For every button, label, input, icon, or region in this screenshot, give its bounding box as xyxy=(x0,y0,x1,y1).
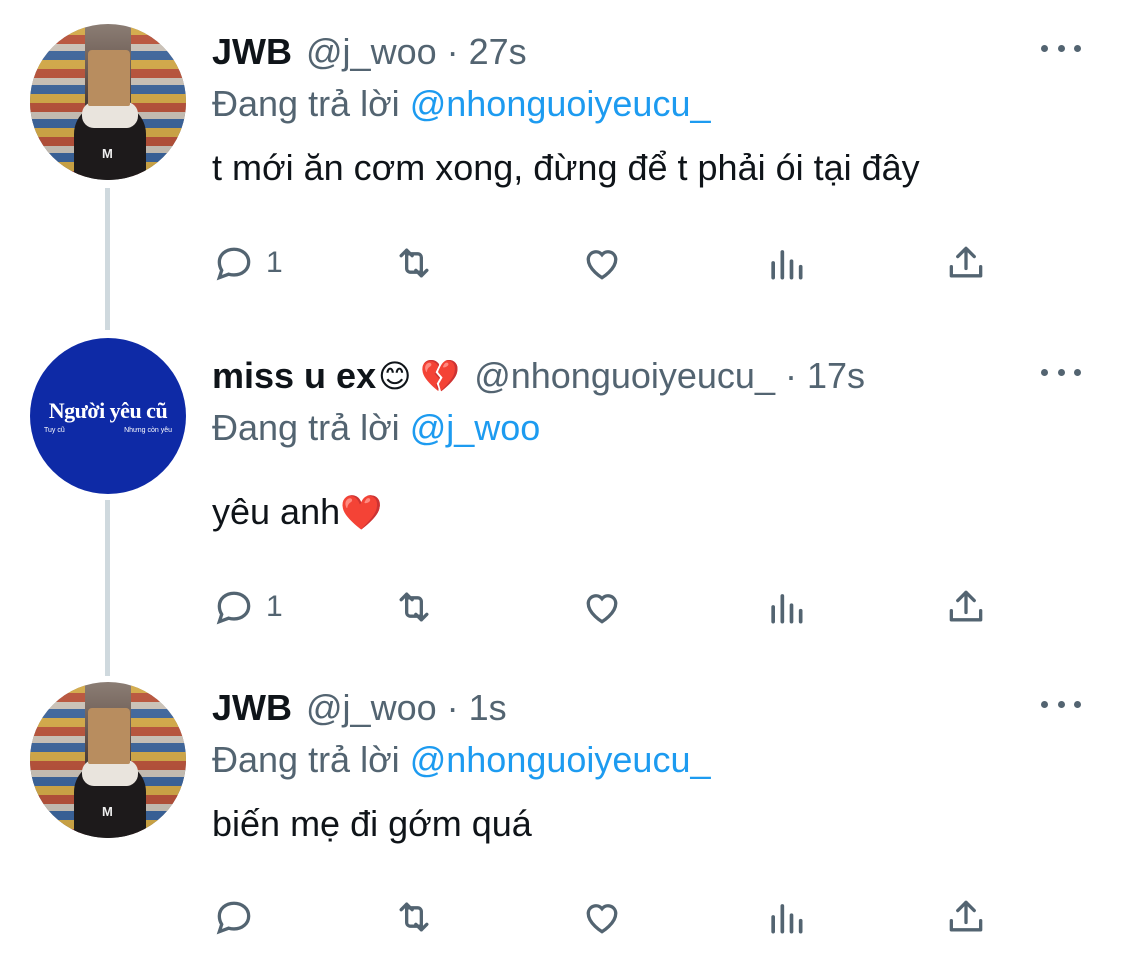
replying-to-label: Đang trả lời xyxy=(212,407,400,448)
share-icon xyxy=(949,246,983,278)
tweet[interactable]: M JWB @j_woo · 27s Đang trả lời @nhonguo… xyxy=(0,0,1125,330)
separator-dot: · xyxy=(784,355,797,396)
action-bar xyxy=(212,892,1002,942)
tweet-text-body: yêu anh xyxy=(212,491,341,532)
replying-to: Đang trả lời @nhonguoiyeucu_ xyxy=(212,738,1085,782)
display-name[interactable]: JWB xyxy=(212,686,292,730)
like-button[interactable] xyxy=(580,238,624,288)
analytics-icon xyxy=(771,594,803,624)
mention-link[interactable]: @j_woo xyxy=(410,407,541,448)
heart-icon xyxy=(586,250,618,280)
replying-to-label: Đang trả lời xyxy=(212,83,400,124)
like-button[interactable] xyxy=(580,582,624,632)
reply-count: 1 xyxy=(266,590,283,623)
analytics-button[interactable] xyxy=(764,582,808,632)
more-options-icon[interactable] xyxy=(1041,362,1081,382)
heart-icon xyxy=(586,594,618,624)
tweet[interactable]: M JWB @j_woo · 1s Đang trả lời @nhonguoi… xyxy=(0,670,1125,961)
timestamp[interactable]: 27s xyxy=(469,30,527,74)
timestamp[interactable]: 1s xyxy=(469,686,507,730)
avatar[interactable]: M xyxy=(30,682,186,838)
reply-icon xyxy=(216,901,251,935)
separator-dot: · xyxy=(446,687,459,728)
reply-icon xyxy=(216,591,251,625)
tweet-text: yêu anh❤️ xyxy=(212,490,1085,535)
share-button[interactable] xyxy=(944,582,988,632)
retweet-button[interactable] xyxy=(392,238,436,288)
tweet-text: t mới ăn cơm xong, đừng để t phải ói tại… xyxy=(212,147,920,188)
analytics-icon xyxy=(771,250,803,280)
action-bar: 1 xyxy=(212,582,1002,632)
like-button[interactable] xyxy=(580,892,624,942)
avatar[interactable]: M xyxy=(30,24,186,180)
avatar[interactable]: Người yêu cũ Tuy cũ Nhưng còn yêu xyxy=(30,338,186,494)
tweet[interactable]: Người yêu cũ Tuy cũ Nhưng còn yêu miss u… xyxy=(0,330,1125,670)
analytics-button[interactable] xyxy=(764,892,808,942)
reply-button[interactable]: 1 xyxy=(212,582,283,632)
avatar-logo-text: Người yêu cũ xyxy=(48,398,168,423)
more-options-icon[interactable] xyxy=(1041,694,1081,714)
share-button[interactable] xyxy=(944,892,988,942)
reply-button[interactable] xyxy=(212,892,266,942)
name-emoji: 😊 💔 xyxy=(378,358,461,394)
action-bar: 1 xyxy=(212,238,1002,288)
reply-count: 1 xyxy=(266,246,283,279)
mention-link[interactable]: @nhonguoiyeucu_ xyxy=(410,83,711,124)
user-handle[interactable]: @j_woo xyxy=(306,686,437,730)
more-options-icon[interactable] xyxy=(1041,38,1081,58)
tweet-header: JWB @j_woo · 1s xyxy=(212,686,1085,730)
display-name[interactable]: miss u ex xyxy=(212,354,376,398)
replying-to-label: Đang trả lời xyxy=(212,739,400,780)
heart-icon xyxy=(586,904,618,934)
retweet-icon xyxy=(399,592,429,622)
retweet-button[interactable] xyxy=(392,582,436,632)
mention-link[interactable]: @nhonguoiyeucu_ xyxy=(410,739,711,780)
reply-icon xyxy=(216,247,251,281)
tweet-header: miss u ex 😊 💔 @nhonguoiyeucu_ · 17s xyxy=(212,354,1085,398)
display-name[interactable]: JWB xyxy=(212,30,292,74)
timestamp[interactable]: 17s xyxy=(807,354,865,398)
replying-to: Đang trả lời @nhonguoiyeucu_ xyxy=(212,82,1085,126)
user-handle[interactable]: @nhonguoiyeucu_ xyxy=(474,354,775,398)
retweet-icon xyxy=(399,902,429,932)
analytics-icon xyxy=(771,904,803,934)
separator-dot: · xyxy=(446,31,459,72)
reply-button[interactable]: 1 xyxy=(212,238,283,288)
retweet-icon xyxy=(399,248,429,278)
avatar-logo-subtext: Tuy cũ xyxy=(44,427,65,434)
tweet-header: JWB @j_woo · 27s xyxy=(212,30,1085,74)
avatar-logo-subtext: Nhưng còn yêu xyxy=(124,427,172,434)
share-icon xyxy=(949,590,983,622)
share-icon xyxy=(949,900,983,932)
tweet-text: biến mẹ đi gớm quá xyxy=(212,803,532,844)
heart-emoji: ❤️ xyxy=(340,494,383,532)
analytics-button[interactable] xyxy=(764,238,808,288)
retweet-button[interactable] xyxy=(392,892,436,942)
replying-to: Đang trả lời @j_woo xyxy=(212,406,1085,450)
share-button[interactable] xyxy=(944,238,988,288)
user-handle[interactable]: @j_woo xyxy=(306,30,437,74)
